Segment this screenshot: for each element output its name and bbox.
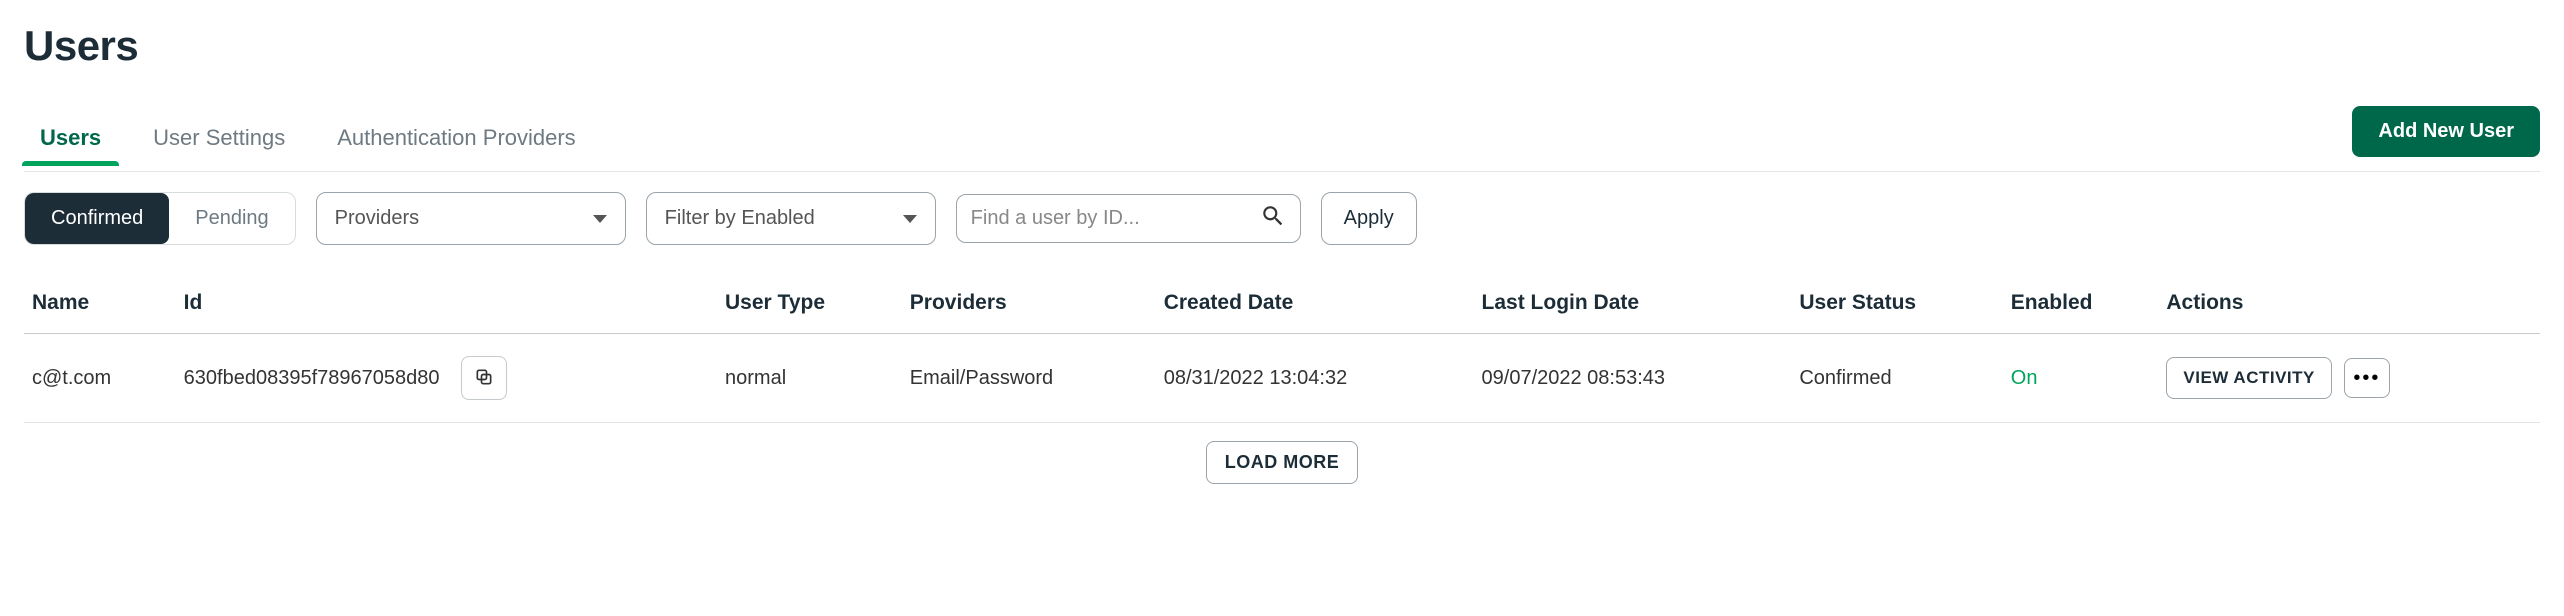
tab-auth-providers[interactable]: Authentication Providers <box>335 113 577 165</box>
status-segment: Confirmed Pending <box>24 192 296 245</box>
col-last-login: Last Login Date <box>1474 275 1792 334</box>
cell-enabled: On <box>2003 334 2159 423</box>
col-created: Created Date <box>1156 275 1474 334</box>
col-name: Name <box>24 275 176 334</box>
cell-user-type: normal <box>717 334 902 423</box>
chevron-down-icon <box>593 215 607 223</box>
col-id: Id <box>176 275 717 334</box>
col-status: User Status <box>1791 275 2002 334</box>
tab-user-settings[interactable]: User Settings <box>151 113 287 165</box>
ellipsis-icon: ••• <box>2353 367 2380 390</box>
search-icon <box>1260 203 1286 234</box>
segment-confirmed[interactable]: Confirmed <box>25 193 169 244</box>
table-header-row: Name Id User Type Providers Created Date… <box>24 275 2540 334</box>
providers-select-label: Providers <box>335 207 419 230</box>
cell-name: c@t.com <box>24 334 176 423</box>
cell-actions: VIEW ACTIVITY ••• <box>2158 334 2540 423</box>
providers-select[interactable]: Providers <box>316 192 626 245</box>
cell-id-text: 630fbed08395f78967058d80 <box>184 367 440 390</box>
copy-id-button[interactable] <box>461 356 507 400</box>
segment-pending[interactable]: Pending <box>169 193 294 244</box>
col-user-type: User Type <box>717 275 902 334</box>
table-row: c@t.com 630fbed08395f78967058d80 normal … <box>24 334 2540 423</box>
search-field[interactable] <box>956 194 1301 243</box>
add-user-button[interactable]: Add New User <box>2352 106 2540 157</box>
col-actions: Actions <box>2158 275 2540 334</box>
page-title: Users <box>24 22 2540 70</box>
users-table: Name Id User Type Providers Created Date… <box>24 275 2540 423</box>
enabled-select-label: Filter by Enabled <box>665 207 815 230</box>
load-more-button[interactable]: LOAD MORE <box>1206 441 1359 484</box>
cell-providers: Email/Password <box>902 334 1156 423</box>
more-actions-button[interactable]: ••• <box>2344 358 2390 398</box>
search-input[interactable] <box>971 207 1260 230</box>
tab-users[interactable]: Users <box>38 113 103 165</box>
apply-button[interactable]: Apply <box>1321 192 1417 245</box>
cell-status: Confirmed <box>1791 334 2002 423</box>
col-enabled: Enabled <box>2003 275 2159 334</box>
copy-icon <box>474 367 494 390</box>
enabled-select[interactable]: Filter by Enabled <box>646 192 936 245</box>
cell-last-login: 09/07/2022 08:53:43 <box>1474 334 1792 423</box>
chevron-down-icon <box>903 215 917 223</box>
col-providers: Providers <box>902 275 1156 334</box>
cell-id: 630fbed08395f78967058d80 <box>176 334 717 423</box>
cell-created: 08/31/2022 13:04:32 <box>1156 334 1474 423</box>
view-activity-button[interactable]: VIEW ACTIVITY <box>2166 357 2332 399</box>
tabs: Users User Settings Authentication Provi… <box>24 113 578 165</box>
